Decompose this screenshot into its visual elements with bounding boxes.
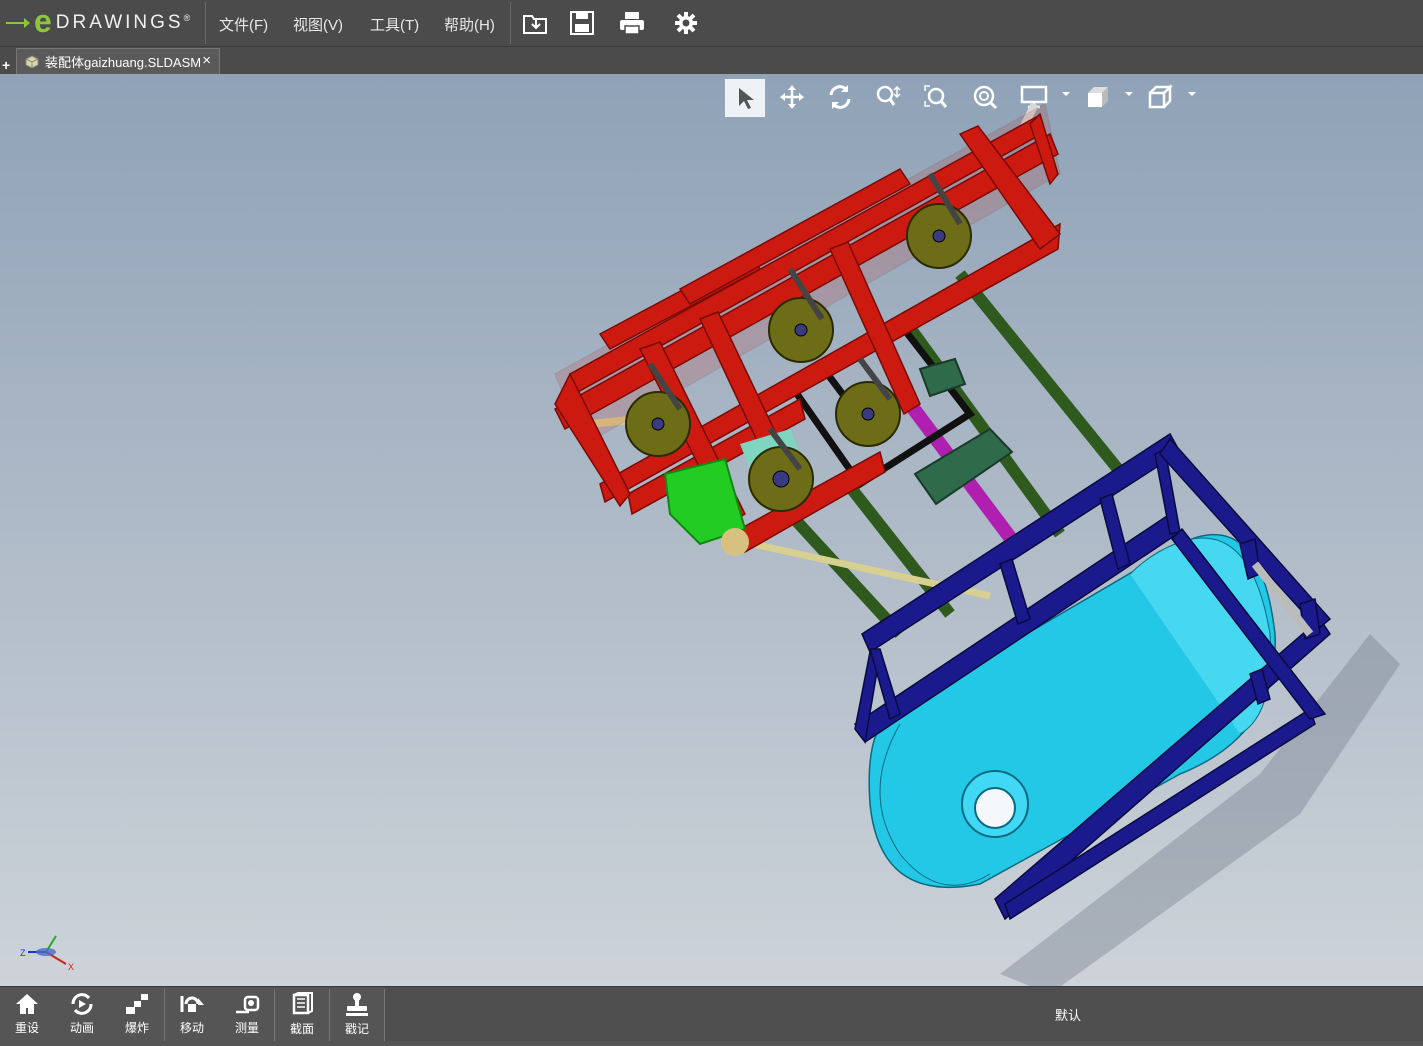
animate-icon: [71, 993, 93, 1015]
stamp-label: 戳记: [344, 1022, 369, 1036]
triad-z-label: Z: [20, 948, 26, 958]
measure-icon: [236, 995, 260, 1014]
menu-file[interactable]: 文件(F): [219, 14, 268, 35]
title-toolbar: e DRAWINGS ® 文件(F) 视图(V) 工具(T) 帮助(H): [0, 0, 1423, 47]
section-label: 截面: [289, 1022, 314, 1036]
reset-button[interactable]: 重设: [0, 987, 54, 1041]
tab-document-label: 装配体gaizhuang.SLDASM: [45, 55, 202, 70]
divider: [510, 2, 511, 44]
explode-button[interactable]: 爆炸: [110, 987, 164, 1041]
logo-letter: e: [34, 3, 52, 39]
edrawings-logo: e DRAWINGS ®: [6, 4, 190, 42]
add-tab-button[interactable]: +: [2, 57, 10, 73]
menu-view[interactable]: 视图(V): [293, 14, 343, 35]
logo-reg: ®: [183, 13, 191, 23]
reset-label: 重设: [14, 1021, 39, 1035]
axis-triad: X Z: [20, 935, 74, 972]
configuration-panel: 默认: [385, 987, 1423, 1041]
open-icon[interactable]: [521, 8, 551, 38]
move-icon: [180, 996, 204, 1012]
3d-viewport[interactable]: X Z: [0, 74, 1423, 986]
stamp-icon: [346, 993, 368, 1016]
measure-button[interactable]: 测量: [220, 987, 274, 1041]
save-icon[interactable]: [567, 8, 597, 38]
triad-x-label: X: [68, 962, 74, 972]
divider: [205, 2, 206, 44]
move-button[interactable]: 移动: [165, 987, 219, 1041]
explode-label: 爆炸: [124, 1021, 149, 1035]
menu-help[interactable]: 帮助(H): [444, 14, 495, 35]
assembly-icon: [25, 54, 39, 69]
explode-icon: [126, 994, 148, 1014]
logo-arrow-icon: [6, 18, 30, 28]
measure-label: 测量: [234, 1021, 259, 1035]
animate-label: 动画: [69, 1021, 94, 1035]
animate-button[interactable]: 动画: [55, 987, 109, 1041]
settings-gear-icon[interactable]: [671, 8, 701, 38]
section-icon: [292, 992, 313, 1015]
menu-tools[interactable]: 工具(T): [370, 14, 419, 35]
assembly-model[interactable]: [0, 74, 1423, 986]
bottom-toolbar: 重设 动画 爆炸 移动 测量 截面 戳记 默认: [0, 986, 1423, 1046]
motor-pulley: [721, 528, 749, 556]
print-icon[interactable]: [617, 8, 647, 38]
stamp-button[interactable]: 戳记: [330, 987, 384, 1041]
section-button[interactable]: 截面: [275, 987, 329, 1041]
logo-text: DRAWINGS: [55, 12, 184, 33]
close-tab-icon[interactable]: ×: [202, 52, 211, 69]
tab-document[interactable]: 装配体gaizhuang.SLDASM ×: [16, 48, 220, 74]
document-tab-bar: + 装配体gaizhuang.SLDASM ×: [0, 47, 1423, 74]
home-icon: [16, 994, 38, 1014]
move-label: 移动: [179, 1021, 204, 1035]
configuration-name[interactable]: 默认: [1055, 1005, 1081, 1024]
